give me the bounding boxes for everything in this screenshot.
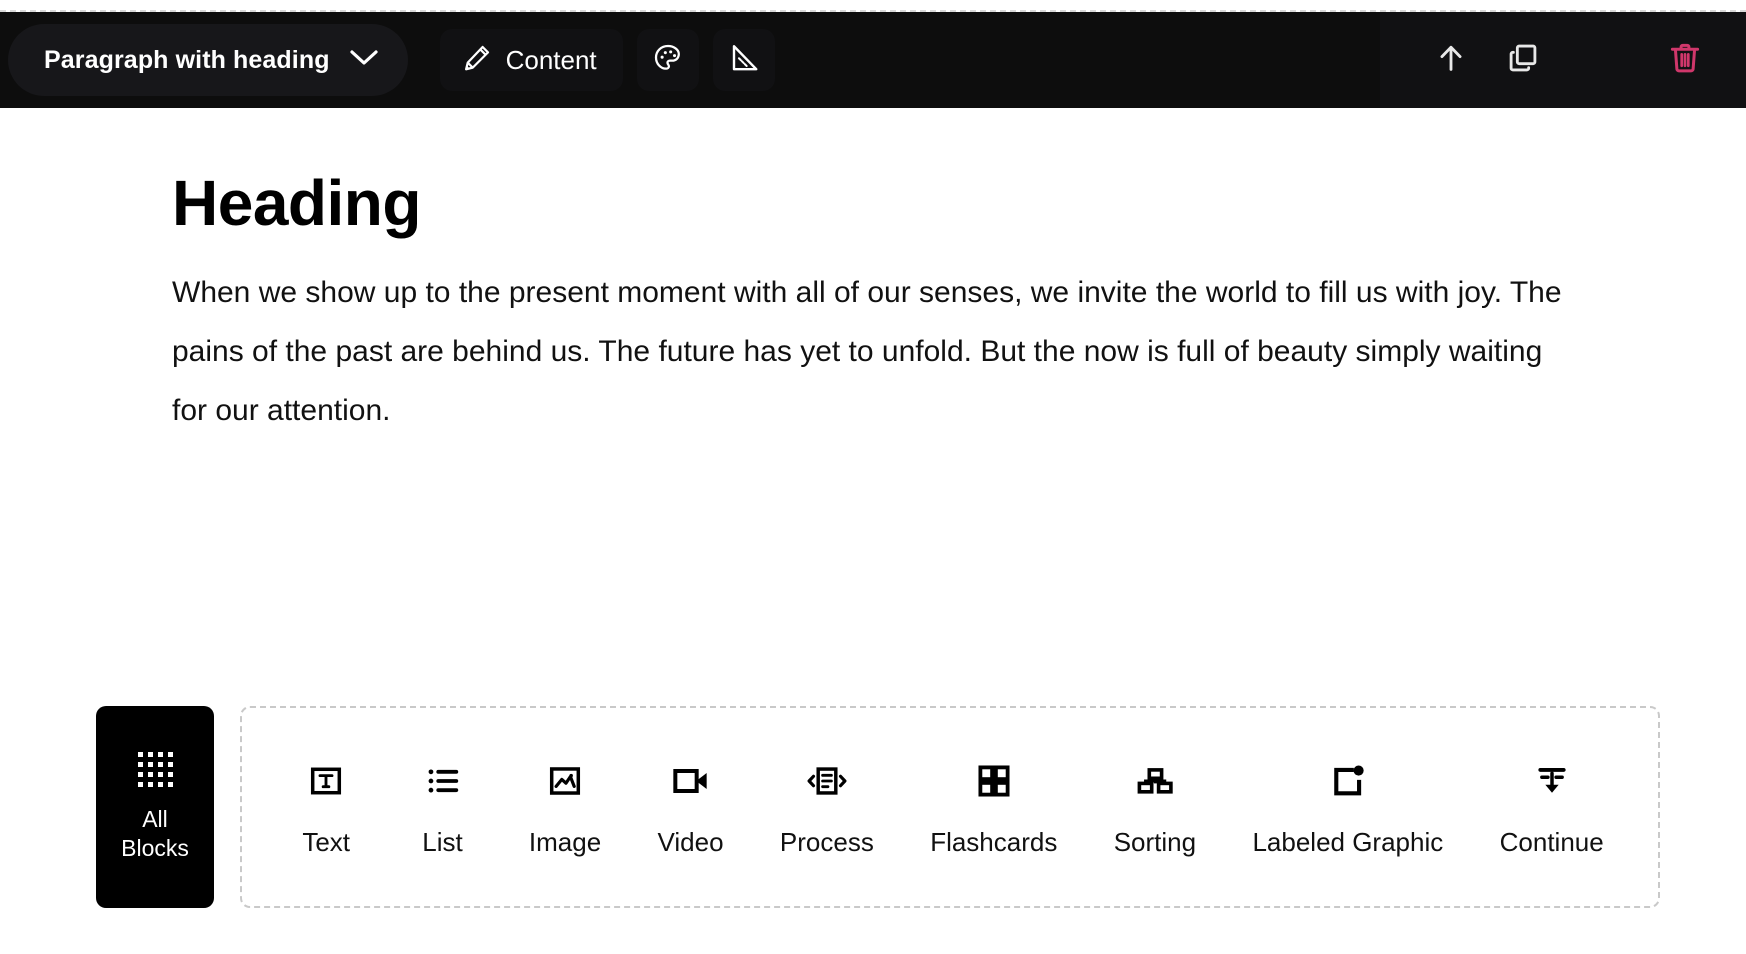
block-option-flashcards[interactable]: Flashcards xyxy=(930,759,1057,855)
arrow-up-icon xyxy=(1434,41,1468,80)
copy-icon xyxy=(1506,41,1540,80)
editor-canvas: Heading When we show up to the present m… xyxy=(0,108,1746,954)
block-option-list[interactable]: List xyxy=(413,759,473,855)
continue-arrow-down-icon xyxy=(1533,759,1571,803)
palette-icon xyxy=(652,42,684,79)
text-box-icon xyxy=(307,759,345,803)
four-squares-icon xyxy=(975,759,1013,803)
move-up-button[interactable] xyxy=(1420,29,1482,91)
block-heading[interactable]: Heading xyxy=(172,168,1592,239)
block-option-continue[interactable]: Continue xyxy=(1500,759,1604,855)
design-tab-button[interactable] xyxy=(636,29,699,91)
all-blocks-label-line1: All xyxy=(142,806,168,833)
block-option-image[interactable]: Image xyxy=(529,759,601,855)
trash-icon xyxy=(1667,40,1703,81)
bullet-list-icon xyxy=(424,759,462,803)
block-toolbar: Paragraph with heading Content xyxy=(0,12,1746,108)
duplicate-button[interactable] xyxy=(1492,29,1554,91)
block-type-label: Paragraph with heading xyxy=(44,45,330,74)
block-picker: All Blocks Text List Image Video Process… xyxy=(96,706,1660,908)
hierarchy-boxes-icon xyxy=(1135,759,1175,803)
block-type-dropdown[interactable]: Paragraph with heading xyxy=(8,24,408,96)
block-option-video[interactable]: Video xyxy=(658,759,724,855)
toolbar-tabs-group: Content xyxy=(439,12,775,108)
block-picker-tray: Text List Image Video Process Flashcards… xyxy=(240,706,1660,908)
block-option-label: Sorting xyxy=(1113,827,1197,857)
paragraph-with-heading-block[interactable]: Heading When we show up to the present m… xyxy=(172,168,1592,441)
block-option-sorting[interactable]: Sorting xyxy=(1114,759,1196,855)
block-option-label: Continue xyxy=(1499,827,1604,857)
process-carousel-icon xyxy=(805,759,849,803)
content-tab-button[interactable]: Content xyxy=(439,29,623,91)
layout-tab-button[interactable] xyxy=(712,29,775,91)
toolbar-left-group: Paragraph with heading Content xyxy=(0,12,775,108)
insert-block-strip-top[interactable] xyxy=(0,0,1746,12)
block-option-label: Process xyxy=(779,827,874,857)
block-option-label: Image xyxy=(528,827,602,857)
block-option-label: List xyxy=(422,827,463,857)
video-camera-icon xyxy=(671,759,711,803)
block-option-label: Labeled Graphic xyxy=(1252,827,1444,857)
all-blocks-button[interactable]: All Blocks xyxy=(96,706,214,908)
grid-dots-icon xyxy=(137,752,173,788)
block-option-text[interactable]: Text xyxy=(296,759,356,855)
content-tab-label: Content xyxy=(505,44,597,75)
toolbar-actions-group xyxy=(1380,12,1746,108)
block-option-label: Text xyxy=(302,827,351,857)
block-option-process[interactable]: Process xyxy=(780,759,874,855)
block-option-label: Flashcards xyxy=(930,827,1058,857)
all-blocks-label: All Blocks xyxy=(121,805,189,861)
block-option-labeled-graphic[interactable]: Labeled Graphic xyxy=(1252,759,1443,855)
pencil-icon xyxy=(462,43,492,78)
block-editor-screen: Paragraph with heading Content Heading W… xyxy=(0,0,1746,954)
block-option-label: Video xyxy=(657,827,724,857)
ruler-triangle-icon xyxy=(728,42,760,79)
all-blocks-label-line2: Blocks xyxy=(121,834,189,861)
image-icon xyxy=(546,759,584,803)
labeled-graphic-icon xyxy=(1329,759,1367,803)
chevron-down-icon xyxy=(349,49,378,72)
delete-button[interactable] xyxy=(1654,29,1716,91)
block-paragraph[interactable]: When we show up to the present moment wi… xyxy=(172,264,1567,440)
